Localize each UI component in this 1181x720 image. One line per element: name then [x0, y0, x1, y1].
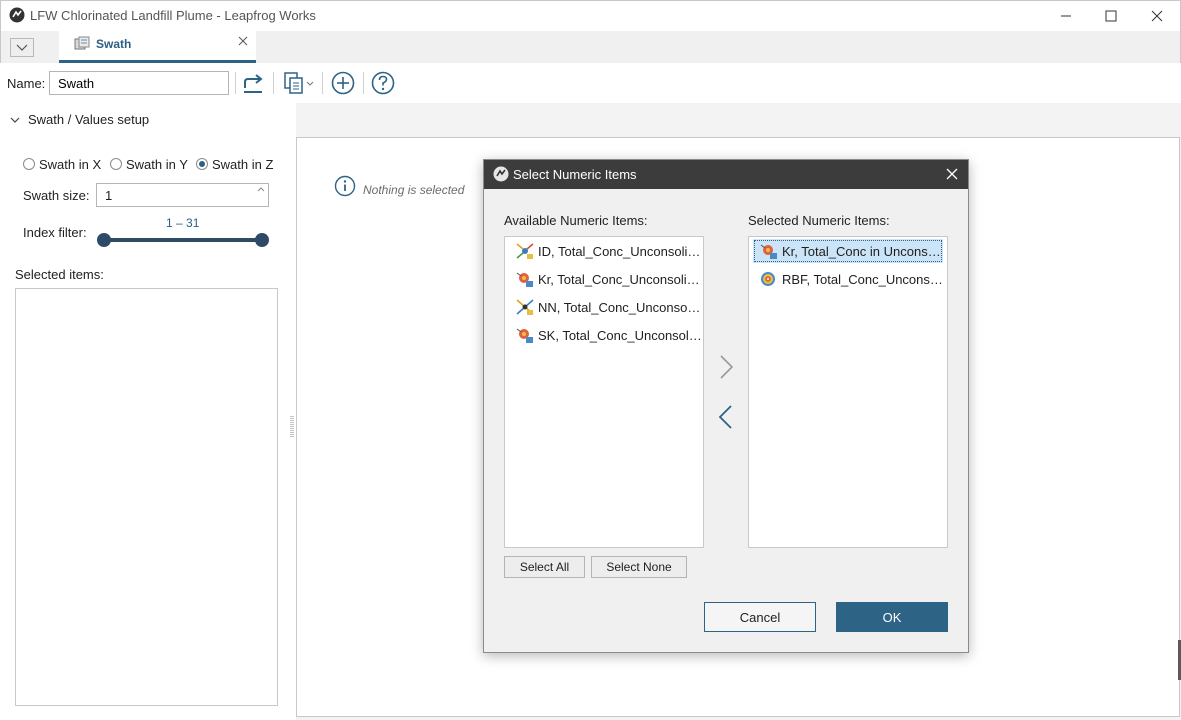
chevron-left-icon[interactable]: [712, 403, 740, 431]
close-window-button[interactable]: [1134, 0, 1180, 31]
radio-swath-z[interactable]: [196, 158, 208, 170]
chevron-right-icon[interactable]: [712, 353, 740, 381]
index-range-value: 1 – 31: [166, 216, 200, 230]
name-input[interactable]: [49, 71, 229, 95]
select-none-button[interactable]: Select None: [591, 556, 687, 578]
section-title[interactable]: Swath / Values setup: [28, 112, 149, 127]
maximize-icon: [1105, 10, 1117, 21]
minimize-icon: [1061, 15, 1071, 16]
name-label: Name:: [7, 76, 46, 91]
list-item-label: SK, Total_Conc_Unconsolidated: [538, 327, 703, 343]
add-icon[interactable]: [330, 70, 356, 96]
swath-icon: [74, 36, 90, 50]
copy-icon[interactable]: [282, 70, 316, 96]
chevron-up-icon[interactable]: [255, 185, 267, 195]
tab-label: Swath: [96, 37, 132, 51]
kriging-icon: [760, 244, 777, 259]
dialog-title: Select Numeric Items: [513, 167, 637, 182]
nn-icon: [516, 299, 534, 315]
available-items-header: Available Numeric Items:: [504, 213, 648, 228]
select-all-button[interactable]: Select All: [504, 556, 585, 578]
tab-menu-button[interactable]: [10, 38, 34, 57]
list-item[interactable]: SK, Total_Conc_Unconsolidated: [505, 321, 703, 349]
rbf-icon: [761, 272, 775, 286]
minimize-button[interactable]: [1043, 0, 1089, 31]
available-items-list[interactable]: ID, Total_Conc_Unconsolidated Kr, Total_…: [504, 236, 704, 548]
index-slider-max-handle[interactable]: [255, 233, 269, 247]
toolbar-separator: [363, 72, 364, 94]
tab-close-button[interactable]: [237, 35, 251, 49]
list-item-label: Kr, Total_Conc_Unconsolidated: [538, 271, 703, 287]
empty-state-message: Nothing is selected: [363, 183, 465, 197]
toolbar-separator: [322, 72, 323, 94]
index-slider-track[interactable]: [104, 238, 262, 242]
maximize-button[interactable]: [1088, 0, 1134, 31]
index-filter-label: Index filter:: [23, 225, 87, 240]
swath-size-input[interactable]: 1: [96, 183, 269, 207]
info-icon: [334, 175, 356, 197]
selected-items-label: Selected items:: [15, 267, 104, 282]
list-item[interactable]: RBF, Total_Conc_Unconsolidated: [749, 265, 947, 293]
list-item[interactable]: NN, Total_Conc_Unconsolidated: [505, 293, 703, 321]
radio-label-swath-y: Swath in Y: [126, 157, 188, 172]
export-icon[interactable]: [240, 70, 266, 96]
chevron-down-icon[interactable]: [10, 115, 20, 125]
close-icon: [238, 36, 248, 46]
kriging-icon: [516, 272, 533, 287]
window-title: LFW Chlorinated Landfill Plume - Leapfro…: [30, 8, 316, 23]
list-item[interactable]: ID, Total_Conc_Unconsolidated: [505, 237, 703, 265]
idw-icon: [516, 243, 534, 259]
ok-button[interactable]: OK: [836, 602, 948, 632]
app-logo-icon: [9, 7, 25, 23]
cancel-button[interactable]: Cancel: [704, 602, 816, 632]
radio-swath-x[interactable]: [23, 158, 35, 170]
radio-label-swath-z: Swath in Z: [212, 157, 274, 172]
app-logo-icon: [493, 166, 509, 182]
list-item-label: Kr, Total_Conc in Unconsolidated: [782, 243, 943, 259]
kriging-icon: [516, 328, 533, 343]
help-icon[interactable]: [370, 70, 396, 96]
list-item[interactable]: Kr, Total_Conc in Unconsolidated: [753, 239, 943, 263]
radio-label-swath-x: Swath in X: [39, 157, 102, 172]
selected-items-header: Selected Numeric Items:: [748, 213, 890, 228]
dialog-close-button[interactable]: [944, 166, 960, 182]
close-icon: [946, 168, 958, 180]
list-item-label: RBF, Total_Conc_Unconsolidated: [782, 271, 947, 287]
toolbar-separator: [273, 72, 274, 94]
swath-size-label: Swath size:: [23, 188, 90, 203]
close-icon: [1151, 10, 1163, 21]
selected-items-dialog-list[interactable]: Kr, Total_Conc in Unconsolidated RBF, To…: [748, 236, 948, 548]
chevron-down-icon: [16, 44, 28, 51]
selected-items-list[interactable]: [15, 288, 278, 706]
index-slider-min-handle[interactable]: [97, 233, 111, 247]
list-item-label: NN, Total_Conc_Unconsolidated: [538, 299, 703, 315]
splitter-grip-icon[interactable]: [290, 416, 294, 438]
toolbar-separator: [235, 72, 236, 94]
list-item[interactable]: Kr, Total_Conc_Unconsolidated: [505, 265, 703, 293]
list-item-label: ID, Total_Conc_Unconsolidated: [538, 243, 703, 259]
radio-swath-y[interactable]: [110, 158, 122, 170]
